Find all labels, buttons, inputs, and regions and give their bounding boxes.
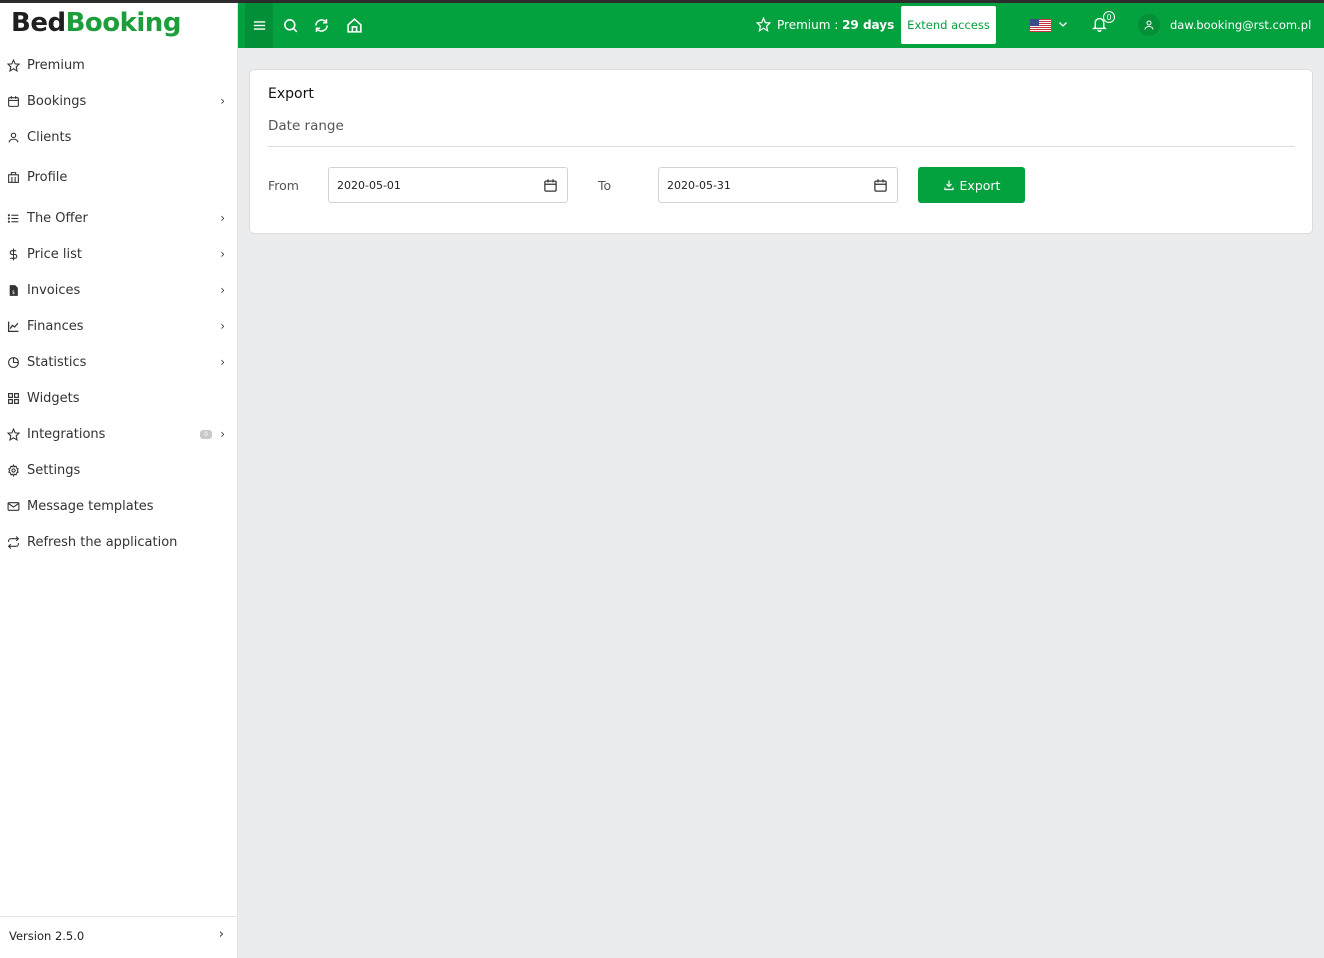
sidebar-item-message-templates[interactable]: Message templates xyxy=(0,491,237,521)
chevron-right-icon: › xyxy=(220,427,225,441)
sidebar-item-label: Widgets xyxy=(27,390,80,406)
sidebar-item-label: Bookings xyxy=(27,93,87,109)
from-date-input[interactable] xyxy=(337,177,527,193)
sidebar-item-label: Clients xyxy=(27,129,72,145)
chevron-right-icon: › xyxy=(220,94,225,108)
sidebar: BedBooking Premium Bookings › Clients Pr… xyxy=(0,3,238,958)
logo-text-booking: Booking xyxy=(65,8,182,38)
chart-line-icon xyxy=(6,319,20,333)
notification-count-badge: 0 xyxy=(1103,11,1115,23)
sync-icon xyxy=(314,19,328,32)
dollar-icon xyxy=(6,247,20,261)
integrations-count-badge: 0 xyxy=(200,430,212,439)
sidebar-item-statistics[interactable]: Statistics › xyxy=(0,347,237,377)
avatar[interactable] xyxy=(1138,14,1160,36)
calendar-icon[interactable] xyxy=(543,178,558,193)
to-date-input[interactable] xyxy=(667,177,857,193)
sidebar-item-invoices[interactable]: $ Invoices › xyxy=(0,275,237,305)
version-bar[interactable]: Version 2.5.0 › xyxy=(0,916,237,958)
page-title: Export xyxy=(268,86,314,102)
from-date-field[interactable] xyxy=(328,167,568,203)
chevron-right-icon: › xyxy=(220,355,225,369)
download-icon xyxy=(943,180,954,191)
app-logo[interactable]: BedBooking xyxy=(11,8,181,38)
sidebar-item-label: Finances xyxy=(27,318,84,334)
chevron-right-icon: › xyxy=(220,283,225,297)
sync-button[interactable] xyxy=(305,3,337,48)
logo-text-bed: Bed xyxy=(11,8,66,38)
sidebar-item-label: Profile xyxy=(27,169,68,185)
user-icon xyxy=(1144,20,1154,30)
to-date-field[interactable] xyxy=(658,167,898,203)
pie-chart-icon xyxy=(6,355,20,369)
user-icon xyxy=(6,130,20,144)
calendar-icon xyxy=(6,94,20,108)
refresh-icon xyxy=(6,535,20,549)
sidebar-item-finances[interactable]: Finances › xyxy=(0,311,237,341)
premium-days: 29 days xyxy=(842,17,895,32)
top-bar: Premium : 29 days Extend access 0 daw.bo… xyxy=(238,3,1324,48)
sidebar-item-price-list[interactable]: Price list › xyxy=(0,239,237,269)
sidebar-item-label: The Offer xyxy=(27,210,88,226)
menu-icon xyxy=(253,21,265,30)
home-button[interactable] xyxy=(338,3,370,48)
sidebar-item-refresh[interactable]: Refresh the application xyxy=(0,527,237,557)
export-button[interactable]: Export xyxy=(918,167,1025,203)
sidebar-item-clients[interactable]: Clients xyxy=(0,122,237,152)
export-button-label: Export xyxy=(959,177,1001,193)
export-card: Export Date range From To Export xyxy=(249,69,1313,234)
gear-icon xyxy=(6,463,20,477)
sidebar-item-profile[interactable]: Profile xyxy=(0,162,237,192)
premium-status[interactable]: Premium : 29 days xyxy=(756,17,894,32)
svg-text:$: $ xyxy=(11,289,14,295)
sidebar-item-label: Refresh the application xyxy=(27,534,178,550)
hamburger-menu-button[interactable] xyxy=(245,3,273,48)
sidebar-item-label: Settings xyxy=(27,462,81,478)
sidebar-item-label: Statistics xyxy=(27,354,87,370)
star-icon xyxy=(756,17,771,32)
calendar-icon[interactable] xyxy=(873,178,888,193)
chevron-right-icon: › xyxy=(220,247,225,261)
search-button[interactable] xyxy=(274,3,306,48)
list-icon xyxy=(6,211,20,225)
user-email[interactable]: daw.booking@rst.com.pl xyxy=(1170,18,1311,32)
sidebar-item-label: Price list xyxy=(27,246,82,262)
sidebar-item-bookings[interactable]: Bookings › xyxy=(0,86,237,116)
chevron-right-icon: › xyxy=(220,319,225,333)
extend-access-button[interactable]: Extend access xyxy=(901,6,996,44)
sidebar-item-label: Invoices xyxy=(27,282,81,298)
envelope-icon xyxy=(6,499,20,513)
star-icon xyxy=(6,427,20,441)
to-label: To xyxy=(598,178,612,193)
chevron-right-icon: › xyxy=(218,927,224,942)
sidebar-item-widgets[interactable]: Widgets xyxy=(0,383,237,413)
from-label: From xyxy=(268,178,299,193)
us-flag-icon[interactable] xyxy=(1030,19,1051,32)
grid-icon xyxy=(6,391,20,405)
home-icon xyxy=(346,18,362,33)
sidebar-item-label: Integrations xyxy=(27,426,106,442)
sidebar-item-the-offer[interactable]: The Offer › xyxy=(0,203,237,233)
sidebar-item-label: Premium xyxy=(27,57,85,73)
chevron-down-icon[interactable] xyxy=(1057,17,1069,31)
sidebar-item-label: Message templates xyxy=(27,498,154,514)
building-icon xyxy=(6,170,20,184)
divider xyxy=(268,146,1295,147)
version-label: Version 2.5.0 xyxy=(9,929,85,943)
sidebar-item-settings[interactable]: Settings xyxy=(0,455,237,485)
star-icon xyxy=(6,58,20,72)
sidebar-item-premium[interactable]: Premium xyxy=(0,50,237,80)
section-subtitle: Date range xyxy=(268,118,344,134)
premium-label: Premium : xyxy=(777,17,843,32)
chevron-right-icon: › xyxy=(220,211,225,225)
invoice-icon: $ xyxy=(6,283,20,297)
search-icon xyxy=(283,19,297,33)
sidebar-item-integrations[interactable]: Integrations 0 › xyxy=(0,419,237,449)
